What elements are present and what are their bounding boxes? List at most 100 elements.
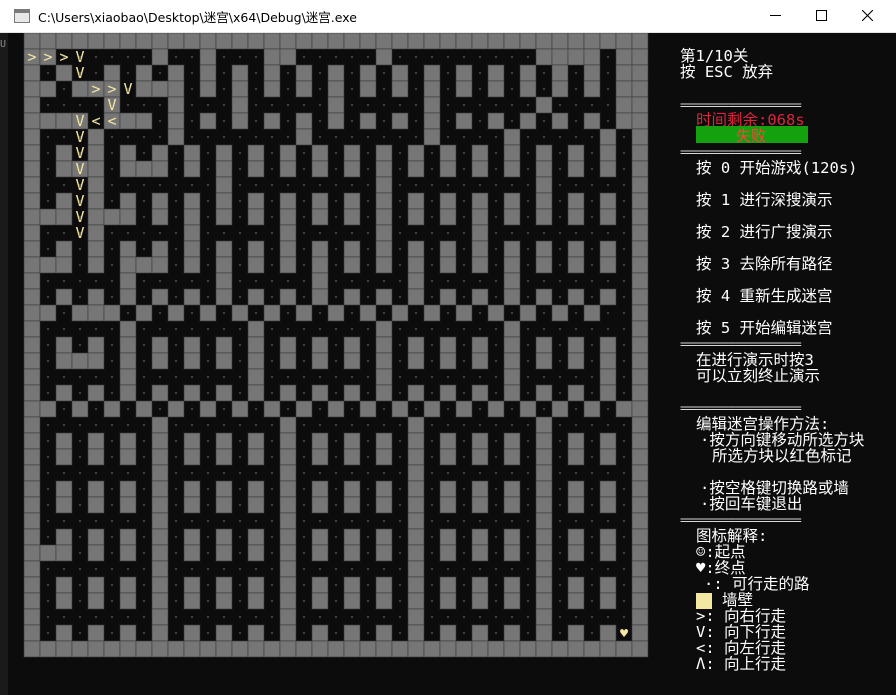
maze-path-dot bbox=[319, 328, 321, 330]
maze-wall-cell bbox=[151, 480, 169, 498]
maze-path-arrow: V bbox=[75, 64, 84, 82]
maze-wall-cell bbox=[183, 224, 201, 242]
maze-path-dot bbox=[463, 632, 465, 634]
maximize-button[interactable] bbox=[798, 0, 844, 32]
maze-path-dot bbox=[143, 472, 145, 474]
maze-wall-cell bbox=[23, 592, 41, 610]
maze-wall-cell bbox=[151, 432, 169, 450]
maze-path-dot bbox=[47, 488, 49, 490]
maze-path-dot bbox=[271, 472, 273, 474]
maze-wall-cell bbox=[199, 304, 217, 322]
maze-wall-cell bbox=[375, 624, 393, 642]
maze-path-dot bbox=[399, 152, 401, 154]
maze-wall-cell bbox=[55, 352, 73, 370]
window-title: C:\Users\xiaobao\Desktop\迷宫\x64\Debug\迷宫… bbox=[38, 10, 357, 25]
maze-path-dot bbox=[95, 72, 97, 74]
maze-path-dot bbox=[367, 376, 369, 378]
maze-path-dot bbox=[367, 456, 369, 458]
maze-path-dot bbox=[383, 136, 385, 138]
maze-path-dot bbox=[239, 552, 241, 554]
maze-path-dot bbox=[431, 360, 433, 362]
maze-wall-cell bbox=[55, 144, 73, 162]
maze-path-dot bbox=[191, 472, 193, 474]
maze-path-dot bbox=[271, 152, 273, 154]
maze-path-dot bbox=[47, 472, 49, 474]
maze-wall-cell bbox=[279, 33, 297, 50]
maze-wall-cell bbox=[119, 288, 137, 306]
maze-path-arrow: V bbox=[123, 80, 132, 98]
maze-path-dot bbox=[271, 328, 273, 330]
maze-wall-cell bbox=[135, 64, 153, 82]
maze-path-dot bbox=[303, 280, 305, 282]
maze-path-dot bbox=[335, 520, 337, 522]
maze-path-arrow: > bbox=[59, 48, 68, 66]
maze-path-dot bbox=[431, 248, 433, 250]
maze-path-dot bbox=[255, 520, 257, 522]
maze-path-dot bbox=[351, 280, 353, 282]
maze-wall-cell bbox=[503, 144, 521, 162]
maze-path-dot bbox=[207, 232, 209, 234]
maze-wall-cell bbox=[583, 112, 601, 130]
maze-path-dot bbox=[495, 328, 497, 330]
maze-path-dot bbox=[399, 136, 401, 138]
maze-wall-cell bbox=[551, 304, 569, 322]
maze-wall-cell bbox=[151, 192, 169, 210]
maze-wall-cell bbox=[119, 320, 137, 338]
maze-path-dot bbox=[111, 200, 113, 202]
maze-wall-cell bbox=[279, 240, 297, 258]
maze-path-dot bbox=[239, 296, 241, 298]
maze-wall-cell bbox=[439, 352, 457, 370]
maze-wall-cell bbox=[567, 144, 585, 162]
close-button[interactable] bbox=[844, 0, 890, 32]
maze-wall-cell bbox=[247, 240, 265, 258]
maze-path-dot bbox=[111, 536, 113, 538]
maze-path-dot bbox=[463, 488, 465, 490]
maze-path-dot bbox=[191, 72, 193, 74]
maze-wall-cell bbox=[535, 528, 553, 546]
maze-wall-cell bbox=[375, 576, 393, 594]
maze-path-dot bbox=[271, 376, 273, 378]
maze-path-dot bbox=[175, 264, 177, 266]
maze-path-dot bbox=[367, 488, 369, 490]
maze-path-dot bbox=[431, 504, 433, 506]
separator: ==================== bbox=[680, 145, 802, 159]
maze-path-dot bbox=[207, 520, 209, 522]
maze-wall-cell bbox=[631, 320, 649, 338]
maze-wall-cell bbox=[631, 240, 649, 258]
maze-path-dot bbox=[207, 248, 209, 250]
maze-wall-cell bbox=[39, 112, 57, 130]
maze-path-dot bbox=[239, 568, 241, 570]
maze-path-dot bbox=[495, 440, 497, 442]
minimize-button[interactable] bbox=[752, 0, 798, 32]
maze-wall-cell bbox=[151, 528, 169, 546]
maze-path-dot bbox=[271, 536, 273, 538]
maze-path-dot bbox=[111, 552, 113, 554]
maze-path-dot bbox=[175, 424, 177, 426]
maze-grid[interactable]: > > > VV> > VVV < <VVVVVVV♥ bbox=[0, 33, 664, 695]
maze-wall-cell bbox=[535, 544, 553, 562]
maze-wall-cell bbox=[151, 240, 169, 258]
maze-path-dot bbox=[271, 216, 273, 218]
maze-wall-cell bbox=[391, 112, 409, 130]
maze-path-dot bbox=[255, 472, 257, 474]
maze-path-dot bbox=[527, 376, 529, 378]
maze-path-dot bbox=[431, 168, 433, 170]
maze-path-dot bbox=[383, 520, 385, 522]
maze-wall-cell bbox=[279, 224, 297, 242]
maze-wall-cell bbox=[311, 432, 329, 450]
maze-wall-cell bbox=[503, 432, 521, 450]
maze-path-dot bbox=[623, 600, 625, 602]
maze-path-dot bbox=[527, 488, 529, 490]
maze-wall-cell bbox=[247, 352, 265, 370]
maze-wall-cell bbox=[359, 400, 377, 418]
maze-path-dot bbox=[527, 392, 529, 394]
maze-path-dot bbox=[63, 472, 65, 474]
maze-path-dot bbox=[575, 408, 577, 410]
maze-wall-cell bbox=[183, 352, 201, 370]
maze-path-dot bbox=[367, 424, 369, 426]
maze-wall-cell bbox=[183, 432, 201, 450]
maze-wall-cell bbox=[71, 400, 89, 418]
maze-path-dot bbox=[511, 184, 513, 186]
maze-path-dot bbox=[239, 472, 241, 474]
maze-path-dot bbox=[111, 152, 113, 154]
